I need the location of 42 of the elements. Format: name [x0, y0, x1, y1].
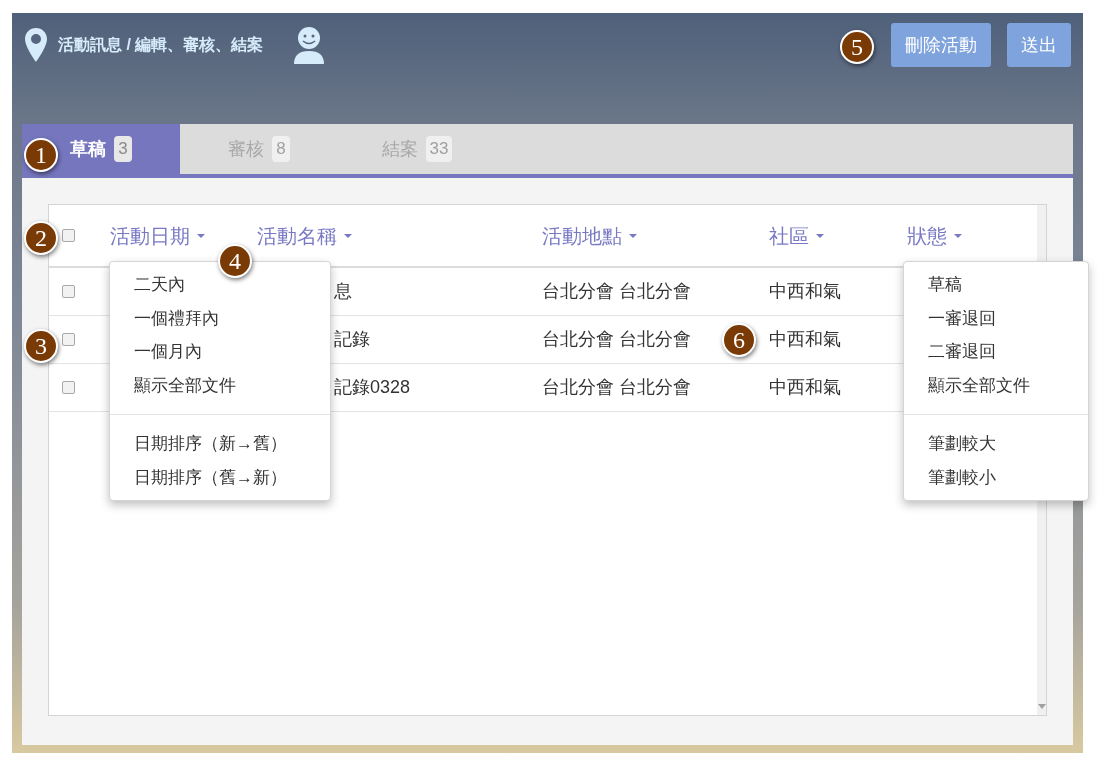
checkbox[interactable]: [62, 381, 75, 394]
table-cell: 中西和氣: [769, 281, 841, 301]
scroll-down-icon: [1037, 704, 1046, 709]
menu-item[interactable]: 草稿: [904, 268, 1088, 302]
menu-item[interactable]: 日期排序（舊→新）: [110, 460, 330, 494]
column-header[interactable]: 活動地點: [542, 220, 622, 251]
menu-item[interactable]: 一審退回: [904, 301, 1088, 335]
checkbox[interactable]: [62, 229, 75, 242]
table-cell: 台北分會 台北分會: [542, 377, 691, 397]
menu-item[interactable]: 筆劃較小: [904, 460, 1088, 494]
menu-item[interactable]: 顯示全部文件: [110, 368, 330, 402]
menu-item[interactable]: 顯示全部文件: [904, 368, 1088, 402]
checkbox[interactable]: [62, 285, 75, 298]
caret-icon: [816, 233, 824, 238]
location-pin-icon: [24, 27, 48, 63]
table-cell: 記錄: [334, 329, 370, 349]
column-header[interactable]: 活動日期: [110, 220, 190, 251]
page-title: 活動訊息 / 編輯、審核、結案: [58, 35, 264, 55]
user-icon: [293, 26, 326, 64]
count-badge: 8: [272, 136, 290, 162]
count-badge: 3: [114, 136, 132, 162]
menu-item[interactable]: 日期排序（新→舊）: [110, 427, 330, 461]
caret-icon: [954, 233, 962, 238]
table-cell: 息: [334, 281, 352, 301]
menu-item[interactable]: 筆劃較大: [904, 427, 1088, 461]
caret-icon: [344, 233, 352, 238]
table-cell: 中西和氣: [769, 329, 841, 349]
table-cell: 台北分會 台北分會: [542, 329, 691, 349]
menu-item[interactable]: 一個月內: [110, 335, 330, 369]
count-badge: 33: [425, 136, 453, 162]
column-header[interactable]: 狀態: [907, 220, 947, 251]
menu-item[interactable]: 二審退回: [904, 335, 1088, 369]
table-cell: 台北分會 台北分會: [542, 281, 691, 301]
table-cell: 中西和氣: [769, 377, 841, 397]
column-header[interactable]: 活動名稱: [257, 220, 337, 251]
table-cell: 記錄0328: [334, 377, 411, 397]
tab-label: 草稿: [70, 137, 107, 161]
menu-item[interactable]: 一個禮拜內: [110, 301, 330, 335]
caret-icon: [197, 233, 205, 238]
column-header[interactable]: 社區: [769, 220, 809, 251]
checkbox[interactable]: [62, 333, 75, 346]
caret-icon: [629, 233, 637, 238]
